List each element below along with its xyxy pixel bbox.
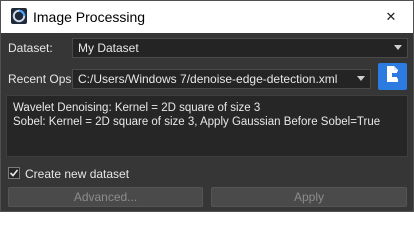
chevron-down-icon xyxy=(394,45,402,50)
checkmark-icon xyxy=(9,169,19,177)
title-bar[interactable]: Image Processing ✕ xyxy=(1,1,413,33)
create-new-dataset-checkbox[interactable] xyxy=(8,167,20,179)
close-button[interactable]: ✕ xyxy=(369,1,413,33)
dataset-select[interactable]: My Dataset xyxy=(72,38,408,58)
operation-line: Sobel: Kernel = 2D square of size 3, App… xyxy=(13,116,381,128)
recent-ops-label: Recent Ops: xyxy=(8,72,75,86)
load-ops-button[interactable] xyxy=(378,63,407,90)
window-title: Image Processing xyxy=(33,9,146,25)
operation-line: Wavelet Denoising: Kernel = 2D square of… xyxy=(13,102,261,114)
chevron-down-icon xyxy=(357,76,365,81)
create-new-dataset-label: Create new dataset xyxy=(25,167,130,181)
recent-ops-select-value: C:/Users/Windows 7/denoise-edge-detectio… xyxy=(78,72,338,86)
dataset-select-value: My Dataset xyxy=(78,41,139,55)
load-file-icon xyxy=(384,65,402,88)
advanced-button-label: Advanced... xyxy=(73,190,138,204)
app-icon xyxy=(11,8,27,24)
apply-button[interactable]: Apply xyxy=(211,187,407,207)
advanced-button[interactable]: Advanced... xyxy=(8,187,203,207)
image-processing-window: Image Processing ✕ Dataset: My Dataset R… xyxy=(0,0,414,212)
close-icon: ✕ xyxy=(385,9,397,25)
operations-text-area[interactable]: Wavelet Denoising: Kernel = 2D square of… xyxy=(6,95,408,157)
dataset-label: Dataset: xyxy=(8,41,53,55)
recent-ops-select[interactable]: C:/Users/Windows 7/denoise-edge-detectio… xyxy=(72,69,371,89)
apply-button-label: Apply xyxy=(293,190,325,204)
